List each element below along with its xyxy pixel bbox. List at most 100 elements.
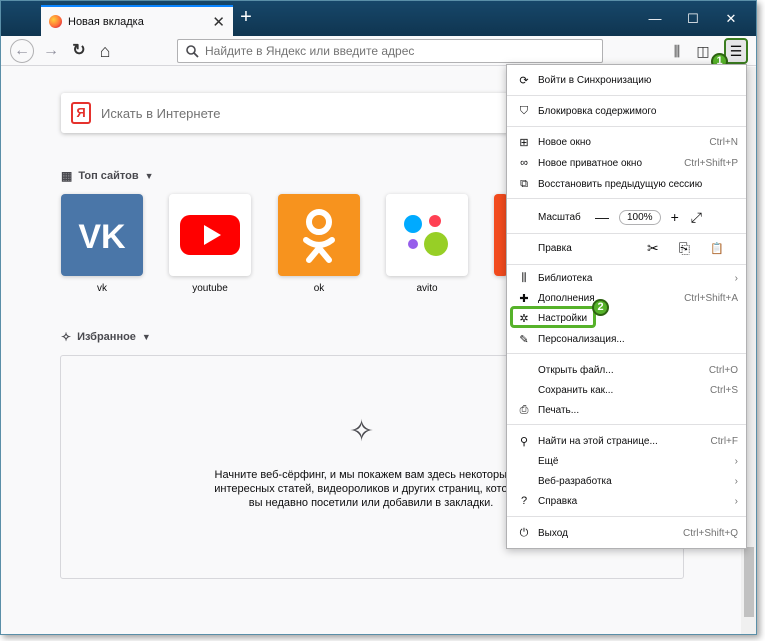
menu-item-label: Веб-разработка <box>538 475 612 487</box>
menu-item-label: Ещё <box>538 455 559 467</box>
mask-icon: ∞ <box>520 157 528 169</box>
tab-close-icon[interactable]: ✕ <box>212 13 225 31</box>
chevron-right-icon: › <box>734 495 738 507</box>
odnoklassniki-icon <box>303 209 335 263</box>
paste-icon[interactable]: 📋 <box>710 242 724 255</box>
web-search-box[interactable]: Я Искать в Интернете <box>61 93 531 133</box>
menu-item-find[interactable]: ⚲ Найти на этой странице... Ctrl+F <box>507 431 746 451</box>
menu-item-private-window[interactable]: ∞ Новое приватное окно Ctrl+Shift+P <box>507 153 746 173</box>
sparkles-icon: ✧ <box>349 415 375 448</box>
scrollbar-thumb[interactable] <box>744 547 754 617</box>
forward-button[interactable]: → <box>39 39 63 63</box>
menu-item-shortcut: Ctrl+N <box>709 136 738 148</box>
maximize-button[interactable]: ☐ <box>673 1 713 36</box>
menu-item-label: Библиотека <box>538 272 593 284</box>
menu-item-more[interactable]: Ещё › <box>507 451 746 471</box>
tab-new-tab[interactable]: Новая вкладка ✕ <box>41 5 233 36</box>
url-placeholder: Найдите в Яндекс или введите адрес <box>205 44 415 58</box>
chevron-down-icon: ▼ <box>141 332 151 342</box>
menu-item-label: Восстановить предыдущую сессию <box>538 178 703 190</box>
power-icon: ⏻ <box>519 526 529 539</box>
menu-item-label: Справка <box>538 495 578 507</box>
reload-button[interactable]: ↻ <box>67 39 91 63</box>
menu-item-save-as[interactable]: Сохранить как... Ctrl+S <box>507 380 746 400</box>
menu-item-shortcut: Ctrl+Shift+A <box>684 292 738 304</box>
menu-item-library[interactable]: ⫼ Библиотека › <box>507 268 746 288</box>
grid-icon: ▦ <box>61 169 73 183</box>
library-icon: ⫼ <box>521 271 527 284</box>
browser-window: Новая вкладка ✕ + — ☐ ✕ ← → ↻ ⌂ Найдите … <box>0 0 757 635</box>
menu-item-restore-session[interactable]: ⧉ Восстановить предыдущую сессию <box>507 174 746 194</box>
menu-item-label: Блокировка содержимого <box>538 105 657 117</box>
menu-item-edit: Правка ✂ ⎘ 📋 <box>507 236 746 260</box>
chevron-right-icon: › <box>734 272 738 284</box>
menu-item-customize[interactable]: ✎ Персонализация... <box>507 329 746 349</box>
youtube-icon <box>180 215 240 255</box>
url-bar[interactable]: Найдите в Яндекс или введите адрес <box>177 39 603 63</box>
top-site-tile-avito[interactable] <box>386 194 468 276</box>
menu-separator <box>507 95 746 96</box>
new-tab-button[interactable]: + <box>235 6 257 30</box>
menu-item-web-dev[interactable]: Веб-разработка › <box>507 471 746 491</box>
zoom-reset-button[interactable]: 100% <box>619 209 661 225</box>
top-site-label: youtube <box>192 283 228 294</box>
search-icon: ⚲ <box>519 435 529 448</box>
menu-item-label: Выход <box>538 527 568 539</box>
menu-separator <box>507 516 746 517</box>
menu-item-new-window[interactable]: ⊞ Новое окно Ctrl+N <box>507 132 746 152</box>
menu-item-shortcut: Ctrl+F <box>710 435 739 447</box>
settings-highlight-frame <box>510 306 596 328</box>
minimize-button[interactable]: — <box>635 1 675 36</box>
menu-item-print[interactable]: ⎙ Печать... <box>507 400 746 420</box>
paintbrush-icon: ✎ <box>519 333 529 346</box>
top-site-tile-vk[interactable]: VK <box>61 194 143 276</box>
top-site-label: vk <box>97 283 107 294</box>
puzzle-icon: ✚ <box>519 292 529 305</box>
menu-item-label: Масштаб <box>538 211 581 223</box>
home-button[interactable]: ⌂ <box>93 39 117 63</box>
menu-item-open-file[interactable]: Открыть файл... Ctrl+O <box>507 360 746 380</box>
zoom-in-button[interactable]: + <box>671 209 679 225</box>
top-site-tile-youtube[interactable] <box>169 194 251 276</box>
restore-icon: ⧉ <box>520 177 528 190</box>
firefox-icon <box>49 15 62 28</box>
menu-separator <box>507 264 746 265</box>
help-icon: ? <box>520 495 528 507</box>
vk-icon: VK <box>78 218 126 256</box>
fullscreen-icon[interactable]: ⤢ <box>691 209 702 226</box>
top-site-label: avito <box>416 283 438 294</box>
menu-item-exit[interactable]: ⏻ Выход Ctrl+Shift+Q <box>507 523 746 543</box>
highlights-title: Избранное <box>77 331 136 343</box>
menu-item-help[interactable]: ? Справка › <box>507 491 746 511</box>
sync-icon: ⟳ <box>519 74 529 87</box>
menu-separator <box>507 424 746 425</box>
menu-item-shortcut: Ctrl+Shift+P <box>684 157 738 169</box>
top-sites-title: Топ сайтов <box>78 170 139 182</box>
menu-separator <box>507 198 746 199</box>
menu-separator <box>507 233 746 234</box>
menu-item-shortcut: Ctrl+Shift+Q <box>682 527 738 539</box>
close-window-button[interactable]: ✕ <box>711 1 751 36</box>
nav-toolbar: ← → ↻ ⌂ Найдите в Яндекс или введите адр… <box>1 36 756 66</box>
svg-text:VK: VK <box>78 218 126 256</box>
top-sites-header[interactable]: ▦ Топ сайтов ▼ <box>61 169 154 183</box>
annotation-badge-2: 2 <box>592 299 609 316</box>
highlights-empty-text: Начните веб-сёрфинг, и мы покажем вам зд… <box>214 469 528 509</box>
back-button[interactable]: ← <box>10 39 34 63</box>
menu-item-label: Войти в Синхронизацию <box>538 74 652 86</box>
menu-item-content-blocking[interactable]: ⛉ Блокировка содержимого <box>507 101 746 121</box>
printer-icon: ⎙ <box>519 403 529 416</box>
chevron-right-icon: › <box>734 475 738 487</box>
top-site-label: ok <box>313 283 325 294</box>
top-site-tile-ok[interactable] <box>278 194 360 276</box>
menu-item-label: Правка <box>538 242 572 254</box>
avito-icon <box>404 215 448 256</box>
zoom-out-button[interactable]: — <box>595 209 609 225</box>
menu-item-sync[interactable]: ⟳ Войти в Синхронизацию <box>507 70 746 90</box>
chevron-right-icon: › <box>734 455 738 467</box>
cut-icon[interactable]: ✂ <box>647 240 659 257</box>
menu-item-addons[interactable]: ✚ Дополнения Ctrl+Shift+A <box>507 288 746 308</box>
copy-icon[interactable]: ⎘ <box>679 240 690 257</box>
highlights-header[interactable]: ✧ Избранное ▼ <box>61 330 151 344</box>
library-button[interactable]: ⫼ <box>665 39 689 63</box>
